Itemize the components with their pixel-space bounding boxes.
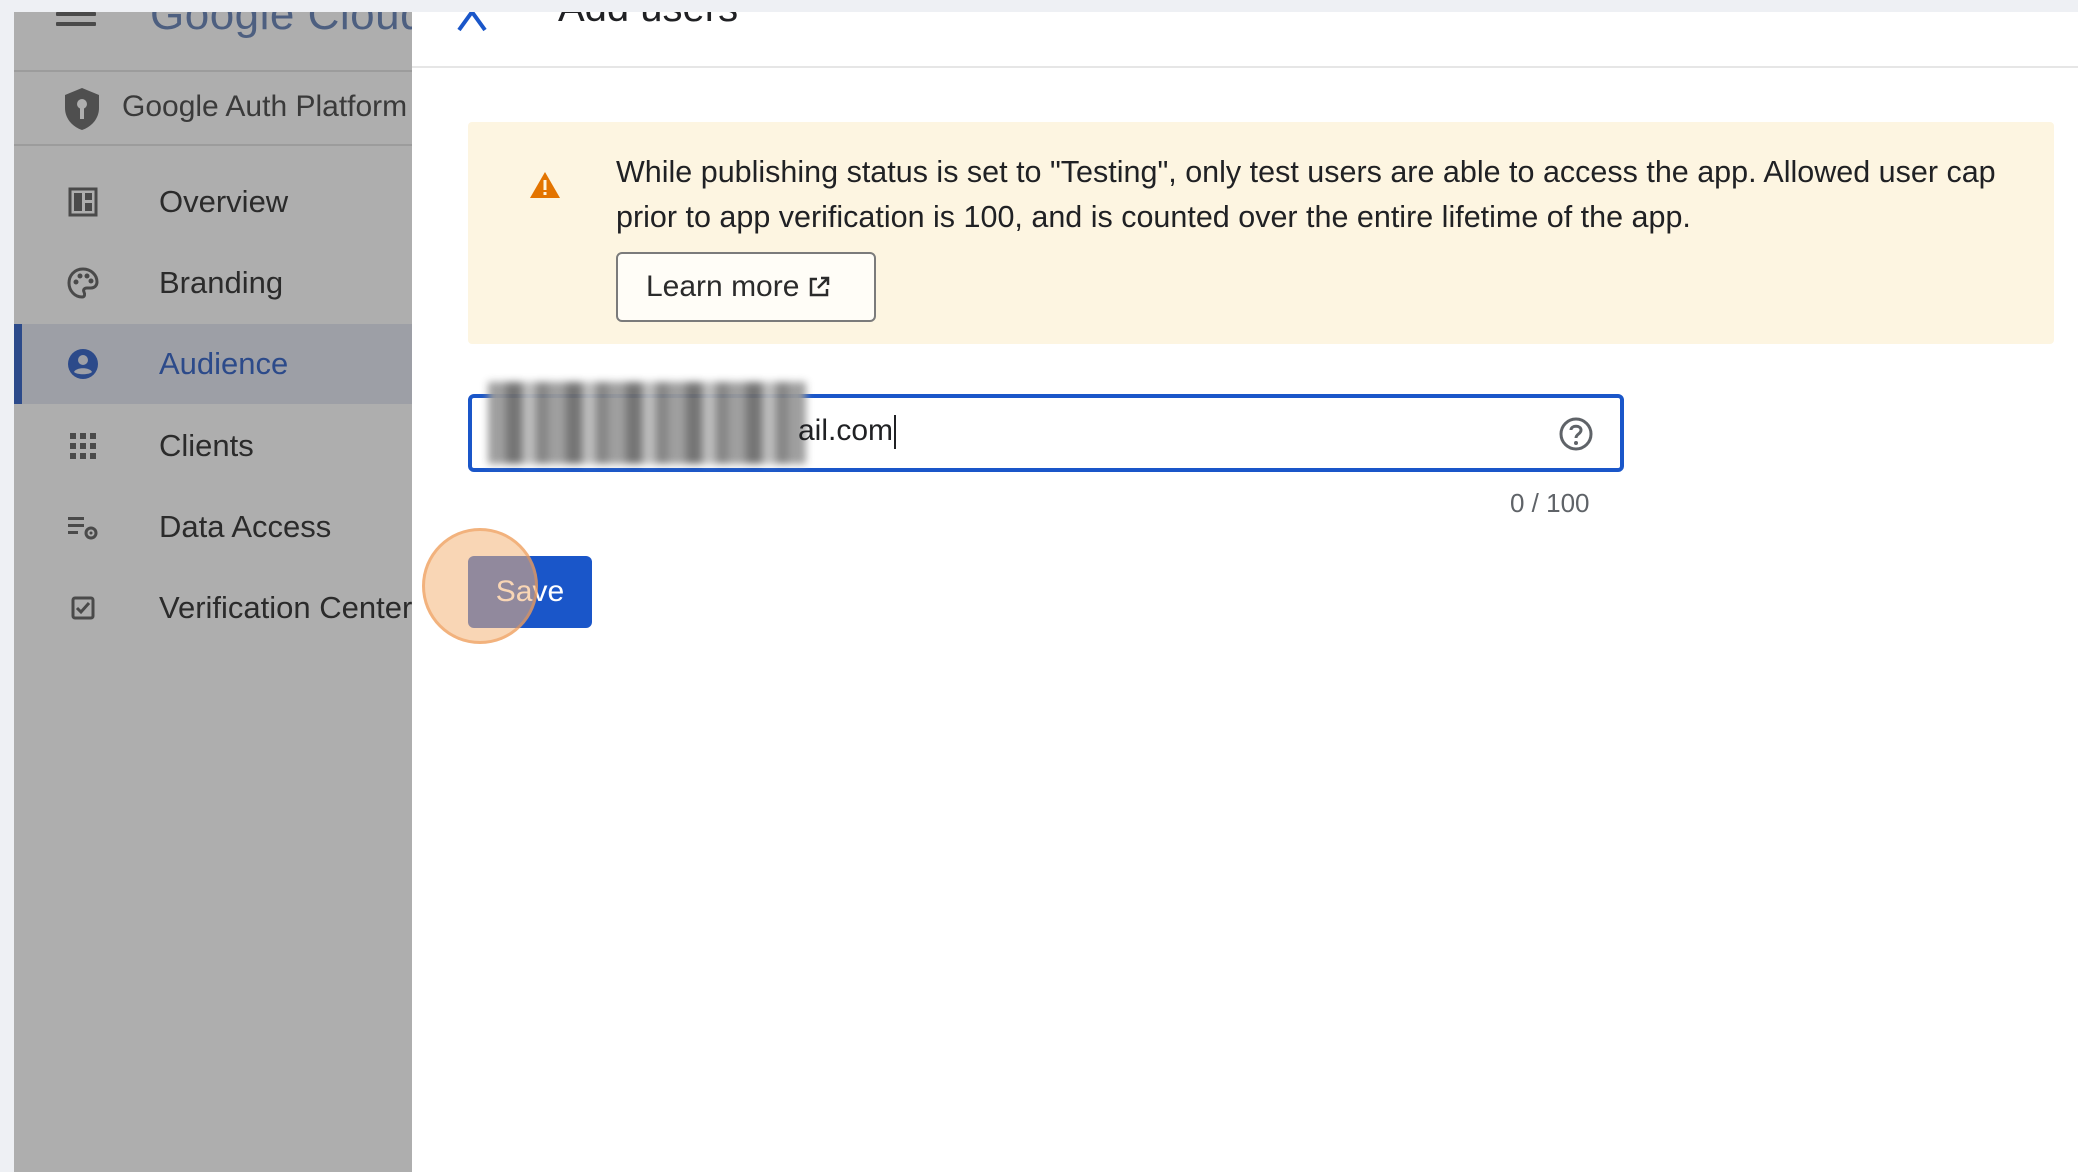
sidebar: Google Cloud Google Auth Platform Overvi… xyxy=(14,12,412,1172)
product-header: Google Auth Platform xyxy=(14,70,412,146)
panel-header: Add users xyxy=(412,12,2078,68)
warning-banner: While publishing status is set to "Testi… xyxy=(468,122,2054,344)
dashboard-icon xyxy=(68,187,98,217)
sidebar-item-label: Overview xyxy=(159,184,289,219)
help-icon[interactable] xyxy=(1558,416,1594,452)
apps-grid-icon xyxy=(70,433,96,459)
top-bar: Google Cloud xyxy=(14,12,412,68)
learn-more-label: Learn more xyxy=(646,270,800,303)
product-name: Google Auth Platform xyxy=(122,90,408,123)
sidebar-item-label: Clients xyxy=(159,428,254,463)
close-icon[interactable] xyxy=(456,12,488,32)
sidebar-item-audience[interactable]: Audience xyxy=(14,324,412,404)
sidebar-item-label: Data Access xyxy=(159,509,332,544)
checkbox-icon xyxy=(71,596,95,620)
email-visible-text: ail.com xyxy=(798,414,897,450)
sidebar-item-clients[interactable]: Clients xyxy=(14,406,412,486)
app-window: Google Cloud Google Auth Platform Overvi… xyxy=(14,12,2078,1172)
sidebar-item-label: Verification Center xyxy=(159,590,412,625)
sidebar-item-overview[interactable]: Overview xyxy=(14,162,412,242)
hamburger-menu-icon[interactable] xyxy=(56,12,96,26)
learn-more-button[interactable]: Learn more xyxy=(616,252,876,322)
external-link-icon xyxy=(810,276,830,297)
sidebar-item-data-access[interactable]: Data Access xyxy=(14,487,412,567)
panel-title: Add users xyxy=(558,12,738,31)
user-email-input[interactable]: ail.com xyxy=(468,382,1624,472)
sidebar-item-label: Branding xyxy=(159,265,284,300)
account-circle-icon xyxy=(68,349,98,379)
redacted-email-blur xyxy=(488,382,806,464)
sidebar-item-branding[interactable]: Branding xyxy=(14,243,412,323)
list-settings-icon xyxy=(68,517,98,540)
google-cloud-logo[interactable]: Google Cloud xyxy=(150,12,412,40)
add-users-panel: Add users While publishing status is set… xyxy=(412,12,2078,1172)
sidebar-item-label: Audience xyxy=(159,346,289,381)
character-counter: 0 / 100 xyxy=(1510,488,1590,518)
warning-icon xyxy=(530,172,560,198)
palette-icon xyxy=(67,267,99,299)
text-cursor xyxy=(894,415,897,450)
shield-icon xyxy=(65,88,99,130)
warning-text: While publishing status is set to "Testi… xyxy=(616,155,1996,234)
sidebar-item-verification-center[interactable]: Verification Center xyxy=(14,568,412,648)
save-button[interactable]: Save xyxy=(468,556,592,628)
